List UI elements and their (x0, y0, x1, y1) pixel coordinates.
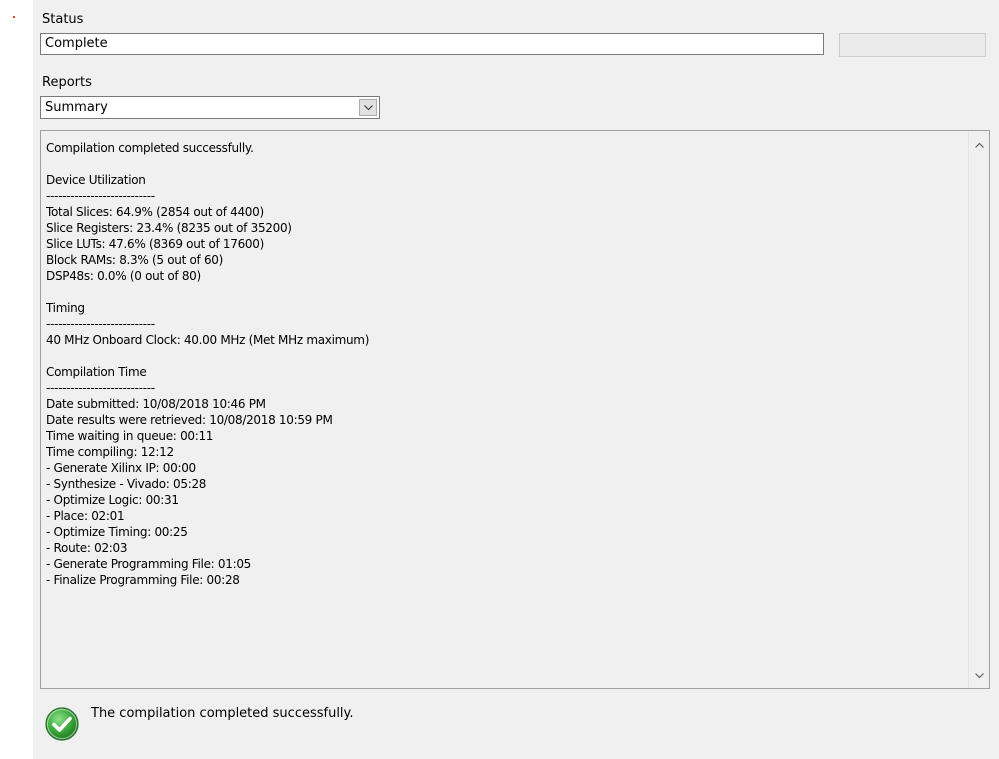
compile-status-panel: Status Complete Reports Summary Compilat… (33, 0, 999, 759)
scroll-track[interactable] (969, 157, 989, 662)
reports-selected-value: Summary (45, 100, 108, 115)
report-text-area[interactable]: Compilation completed successfully. Devi… (40, 130, 990, 689)
chevron-up-icon (975, 142, 984, 148)
reports-select[interactable]: Summary (40, 96, 380, 119)
status-footer: The compilation completed successfully. (44, 698, 544, 742)
report-content: Compilation completed successfully. Devi… (46, 141, 370, 587)
compile-status-window: Status Complete Reports Summary Compilat… (0, 0, 999, 759)
status-field[interactable]: Complete (40, 33, 824, 55)
progress-bar (839, 33, 986, 57)
reports-label: Reports (42, 75, 92, 90)
footer-message: The compilation completed successfully. (91, 706, 354, 721)
chevron-down-icon (364, 105, 373, 111)
status-label: Status (42, 12, 84, 27)
scroll-down-button[interactable] (969, 666, 989, 686)
check-circle-icon (45, 707, 79, 741)
scroll-up-button[interactable] (969, 135, 989, 155)
window-marker (13, 16, 15, 18)
vertical-scrollbar[interactable] (968, 131, 989, 688)
chevron-down-icon (975, 673, 984, 679)
reports-dropdown-button[interactable] (359, 99, 377, 116)
